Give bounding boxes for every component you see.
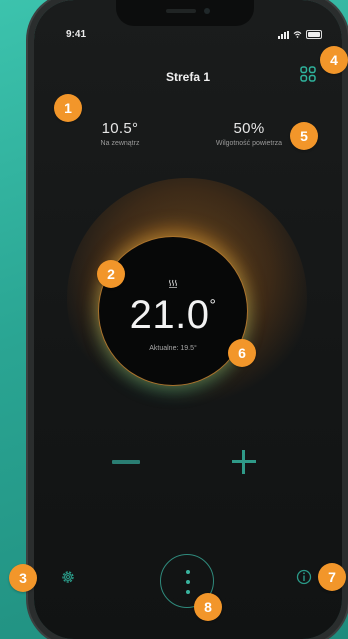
current-temperature: Aktualne: 19.5°: [149, 345, 197, 352]
more-vertical-icon-dot: [186, 570, 190, 574]
callout-badge-7: 7: [318, 563, 346, 591]
battery-icon: [306, 30, 322, 39]
setpoint-degree: °: [209, 297, 217, 314]
status-time: 9:41: [66, 29, 87, 40]
outdoor-temperature-label: Na zewnątrz: [100, 140, 140, 147]
more-vertical-icon-dot: [186, 580, 190, 584]
thermostat-dial[interactable]: 21.0° Aktualne: 19.5°: [98, 236, 248, 386]
callout-badge-3: 3: [9, 564, 37, 592]
callout-badge-2: 2: [97, 260, 125, 288]
callout-badge-6: 6: [228, 339, 256, 367]
setpoint-value: 21.0: [129, 293, 210, 337]
zone-title: Strefa 1: [165, 70, 211, 84]
notch: [116, 0, 254, 26]
callout-badge-4: 4: [320, 46, 348, 74]
signal-icon: [278, 30, 289, 39]
gear-icon[interactable]: [60, 569, 76, 585]
callout-badge-5: 5: [290, 122, 318, 150]
outdoor-temperature: 10.5° Na zewnątrz: [70, 120, 170, 147]
info-icon[interactable]: [296, 569, 312, 585]
phone-frame: 9:41 Strefa 1 10.5° Na zewnątrz 50% Wilg…: [34, 0, 342, 639]
heating-icon: [169, 279, 177, 288]
camera: [204, 8, 210, 14]
callout-badge-1: 1: [54, 94, 82, 122]
wifi-icon: [293, 31, 302, 38]
outdoor-temperature-value: 10.5°: [101, 120, 139, 137]
more-vertical-icon-dot: [186, 590, 190, 594]
speaker: [166, 9, 196, 13]
increase-temperature-button[interactable]: [232, 450, 256, 474]
zones-grid-icon[interactable]: [300, 66, 316, 82]
callout-badge-8: 8: [194, 593, 222, 621]
decrease-temperature-button[interactable]: [112, 460, 140, 464]
setpoint-temperature: 21.0°: [99, 293, 247, 338]
status-icons: [278, 30, 322, 39]
